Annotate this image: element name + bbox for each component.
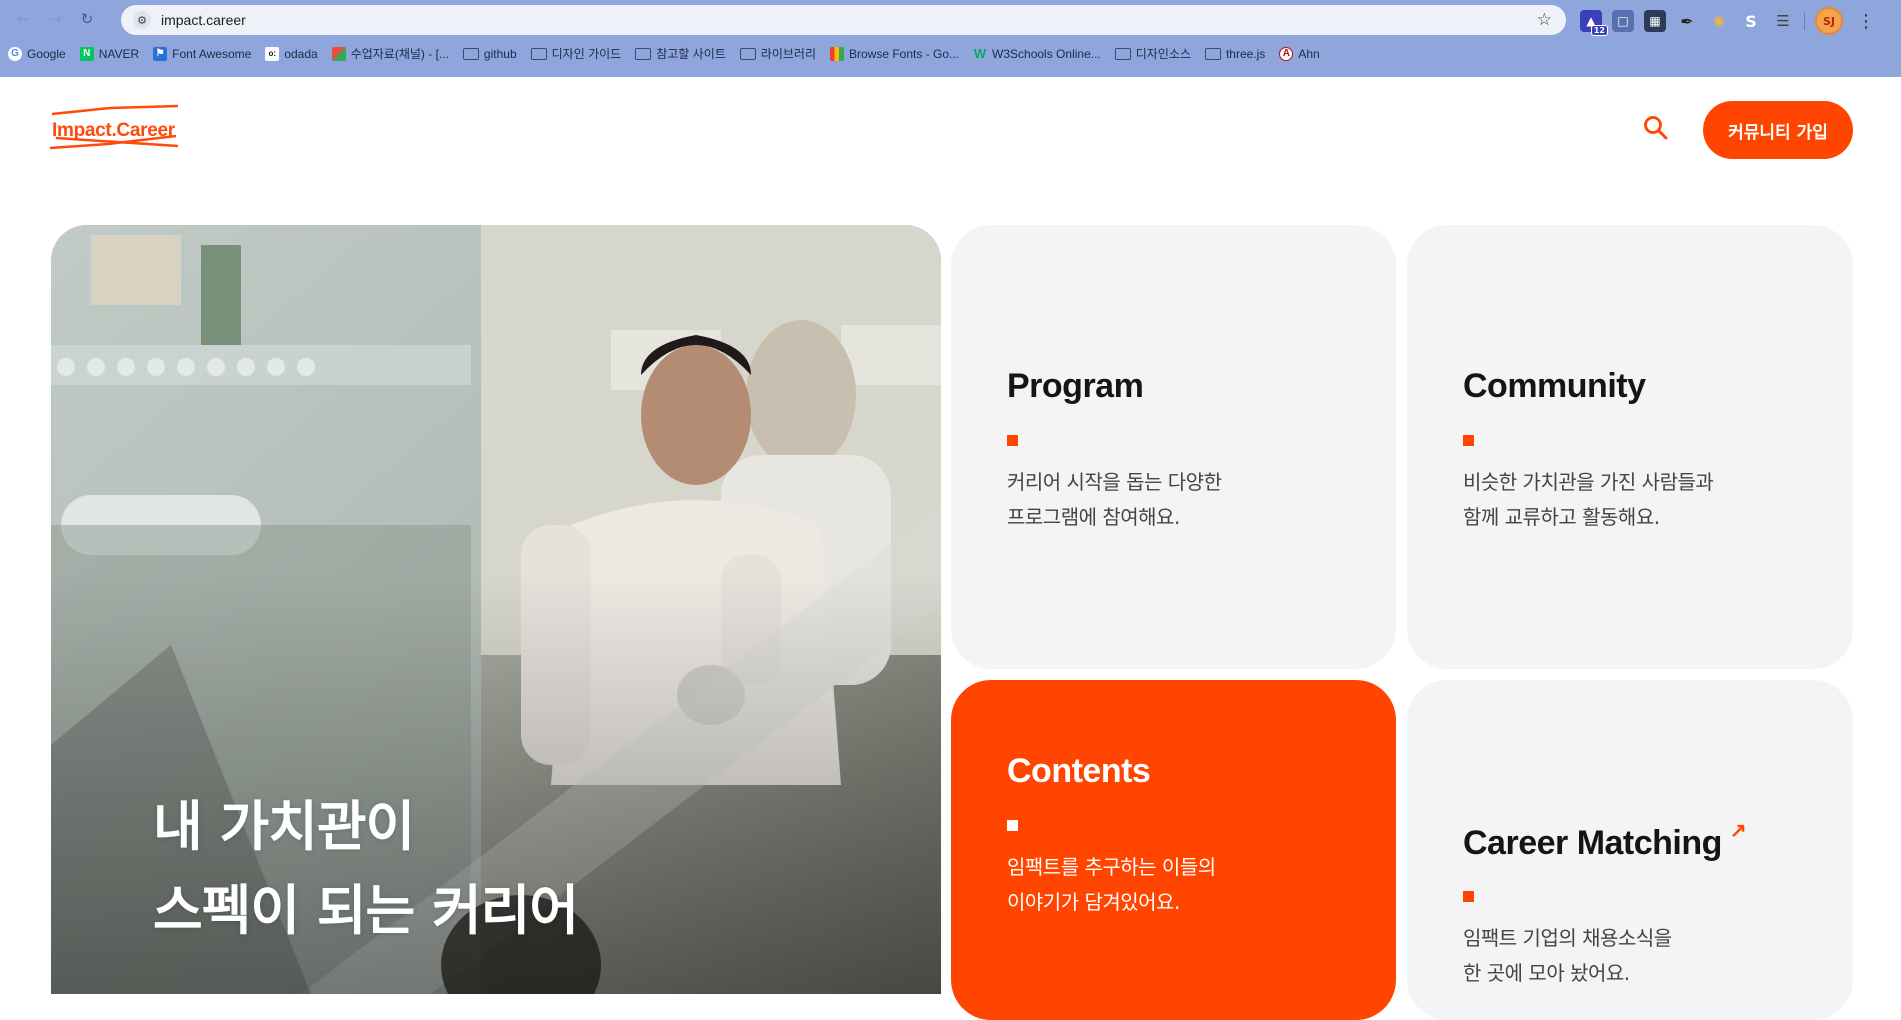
card-description: 임팩트 기업의 채용소식을 한 곳에 모아 놨어요. [1463, 926, 1672, 985]
bookmark-label: Google [27, 46, 66, 61]
bookmark-item[interactable]: three.js [1204, 46, 1266, 61]
bookmark-label: Browse Fonts - Go... [848, 46, 960, 61]
folder-icon [739, 47, 756, 60]
google-icon: G [8, 46, 22, 61]
bookmark-item[interactable]: 디자인 가이드 [530, 45, 622, 62]
bookmark-item[interactable]: ⚑ Font Awesome [153, 46, 252, 61]
extension-badge: 12 [1590, 25, 1608, 36]
card-title: Community [1463, 367, 1646, 405]
bookmark-label: 라이브러리 [760, 47, 816, 61]
bookmark-item[interactable]: 수업자료(채널) - [... [331, 45, 449, 62]
bookmark-label: 참고할 사이트 [656, 47, 726, 61]
bookmark-item[interactable]: github [462, 46, 517, 61]
card-title-text: Career Matching [1463, 824, 1722, 862]
puzzle-icon[interactable]: ☰ [1772, 10, 1794, 32]
card-description: 커리어 시작을 돕는 다양한 프로그램에 참여해요. [1007, 470, 1222, 529]
extension-icon[interactable]: S [1740, 10, 1762, 32]
bookmark-item[interactable]: N NAVER [79, 46, 140, 61]
site-settings-icon[interactable]: ⚙ [133, 11, 151, 29]
bookmark-item[interactable]: 참고할 사이트 [635, 45, 726, 62]
logo-text: Impact.Career [52, 120, 175, 141]
hero-title-line: 스펙이 되는 커리어 [153, 879, 579, 942]
bookmark-item[interactable]: W W3Schools Online... [973, 46, 1101, 61]
w3schools-icon: W [973, 46, 987, 61]
bookmark-label: Ahn [1298, 46, 1320, 61]
card-marker [1463, 435, 1474, 446]
back-icon[interactable]: ← [10, 8, 36, 30]
google-fonts-icon [829, 46, 844, 61]
font-awesome-icon: ⚑ [153, 46, 168, 61]
address-bar[interactable]: ⚙ impact.career ☆ [121, 5, 1566, 35]
bookmark-label: 수업자료(채널) - [... [350, 47, 449, 61]
impact-career-logo[interactable]: Impact.Career [49, 104, 180, 160]
join-community-button[interactable]: 커뮤니티 가입 [1703, 101, 1853, 159]
card-marker [1463, 891, 1474, 902]
bookmark-label: 디자인소스 [1135, 47, 1191, 61]
community-card[interactable]: Community 비슷한 가치관을 가진 사람들과 함께 교류하고 활동해요. [1407, 225, 1853, 669]
folder-icon [530, 47, 547, 60]
folder-icon [1204, 47, 1221, 60]
bookmark-label: odada [284, 46, 318, 61]
bookmark-label: Font Awesome [172, 46, 252, 61]
eyedropper-icon[interactable]: ✒ [1676, 10, 1698, 32]
extension-icon[interactable]: □ [1612, 10, 1634, 32]
bookmark-item[interactable]: 디자인소스 [1114, 45, 1191, 62]
hero-title-line: 내 가치관이 [153, 795, 415, 858]
program-card[interactable]: Program 커리어 시작을 돕는 다양한 프로그램에 참여해요. [951, 225, 1396, 669]
folder-icon [635, 47, 652, 60]
extension-icon[interactable]: ▦ [1644, 10, 1666, 32]
contents-card[interactable]: Contents 임팩트를 추구하는 이들의 이야기가 담겨있어요. [951, 680, 1396, 1020]
bookmark-label: 디자인 가이드 [551, 47, 622, 61]
card-marker [1007, 435, 1018, 446]
card-title: Career Matching ↗ [1463, 820, 1747, 863]
forward-icon[interactable]: → [42, 8, 68, 30]
card-marker [1007, 820, 1018, 831]
bookmark-label: W3Schools Online... [992, 46, 1101, 61]
bookmark-label: github [483, 46, 517, 61]
bookmark-label: NAVER [98, 46, 140, 61]
profile-avatar[interactable]: SJ [1815, 7, 1843, 35]
naver-icon: N [79, 46, 94, 61]
folder-icon [1114, 47, 1131, 60]
bookmark-label: three.js [1225, 46, 1266, 61]
hero-title: 내 가치관이 스펙이 되는 커리어 [153, 785, 579, 953]
card-title: Contents [1007, 752, 1151, 790]
multicolor-icon [331, 46, 346, 61]
reload-icon[interactable]: ↻ [74, 8, 100, 30]
bookmark-item[interactable]: 라이브러리 [739, 45, 816, 62]
browser-nav: ← → ↻ [10, 8, 100, 30]
bookmark-item[interactable]: G Google [8, 46, 66, 61]
extensions-bar: ▲ 12 □ ▦ ✒ ◉ S ☰ SJ ⋮ [1580, 7, 1875, 36]
toolbar-divider [1804, 12, 1805, 30]
bookmarks-bar: G Google N NAVER ⚑ Font Awesome o: odada 수업자료(채널… [8, 45, 1320, 62]
bookmark-item[interactable]: o: odada [265, 46, 318, 61]
bookmark-star-icon[interactable]: ☆ [1537, 10, 1552, 30]
browser-menu-icon[interactable]: ⋮ [1857, 11, 1875, 32]
url-text[interactable]: impact.career [161, 12, 246, 28]
browser-chrome: ← → ↻ ⚙ impact.career ☆ ▲ 12 □ ▦ ✒ ◉ S ☰ … [0, 0, 1901, 77]
career-matching-card[interactable]: Career Matching ↗ 임팩트 기업의 채용소식을 한 곳에 모아 놨… [1407, 680, 1853, 1020]
extension-icon[interactable]: ◉ [1708, 10, 1730, 32]
external-link-icon: ↗ [1729, 820, 1747, 842]
bookmark-item[interactable]: A Ahn [1279, 46, 1320, 61]
ahn-icon: A [1279, 46, 1294, 61]
search-button[interactable] [1640, 112, 1672, 144]
search-icon [1644, 116, 1668, 140]
folder-icon [462, 47, 479, 60]
extension-icon[interactable]: ▲ 12 [1580, 10, 1608, 36]
odada-icon: o: [265, 46, 280, 61]
card-title: Program [1007, 367, 1144, 405]
card-description: 임팩트를 추구하는 이들의 이야기가 담겨있어요. [1007, 855, 1216, 914]
hero-image-card: 내 가치관이 스펙이 되는 커리어 [51, 225, 941, 994]
card-description: 비슷한 가치관을 가진 사람들과 함께 교류하고 활동해요. [1463, 470, 1714, 529]
bookmark-item[interactable]: Browse Fonts - Go... [829, 46, 960, 61]
